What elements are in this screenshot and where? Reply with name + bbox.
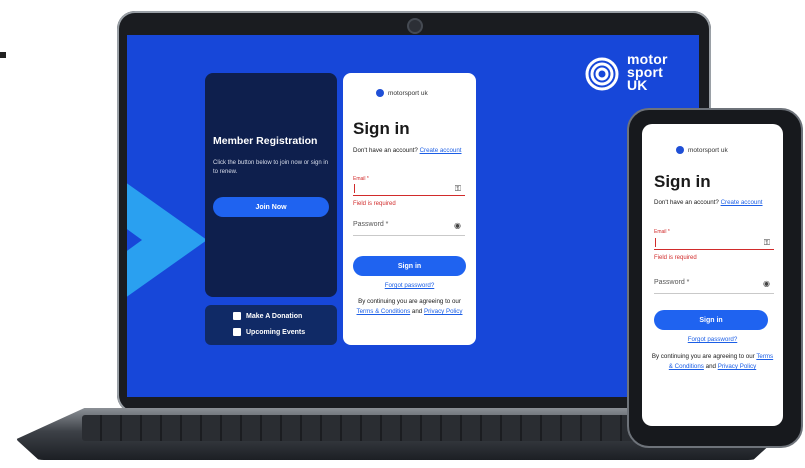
no-account-text: Don't have an account? Create account [353,147,471,155]
signin-heading: Sign in [353,119,410,138]
forgot-password-row: Forgot password? [343,282,476,289]
phone-terms-prefix: By continuing you are agreeing to our [651,353,755,360]
edge-mark [0,52,6,58]
signin-logo: motorsport uk [376,89,428,97]
brand-logo: motor sport UK [585,52,685,97]
arrow-graphic-inner [127,200,142,280]
keyboard [82,415,642,441]
upcoming-events-link[interactable]: Upcoming Events [233,328,305,336]
signin-button[interactable]: Sign in [353,256,466,276]
terms-prefix: By continuing you are agreeing to our [358,298,461,305]
phone-logo-text: motorsport uk [688,146,728,154]
signin-card: motorsport uk Sign in Don't have an acco… [343,73,476,345]
member-registration-panel: Member Registration Click the button bel… [205,73,337,297]
make-donation-label: Make A Donation [246,312,303,320]
phone-signin-button[interactable]: Sign in [654,310,768,330]
phone-email-field[interactable]: ⚿ [654,237,774,250]
phone-password-placeholder: Password * [654,279,690,286]
motorsport-logo-icon [676,146,684,154]
registration-title: Member Registration [213,135,318,147]
password-field[interactable]: Password * ◉ [353,221,465,236]
terms-link[interactable]: Terms & Conditions [357,308,411,315]
motorsport-logo-icon [376,89,384,97]
join-now-button[interactable]: Join Now [213,197,329,217]
donation-icon [233,312,241,320]
phone-email-label: Email * [654,229,670,235]
text-caret [655,238,656,247]
phone-email-error: Field is required [654,255,697,261]
phone-signin-logo: motorsport uk [676,146,728,154]
privacy-link[interactable]: Privacy Policy [424,308,463,315]
email-label: Email * [353,176,369,182]
phone-forgot-row: Forgot password? [642,336,783,343]
brand-line-3: UK [627,77,648,93]
create-account-link[interactable]: Create account [420,147,462,154]
eye-icon[interactable]: ◉ [454,221,461,230]
signin-logo-text: motorsport uk [388,89,428,97]
registration-description: Click the button below to join now or si… [213,160,329,175]
email-error: Field is required [353,201,396,207]
phone-terms-and: and [705,363,716,370]
phone-no-account-label: Don't have an account? [654,199,719,206]
key-icon[interactable]: ⚿ [764,238,770,248]
text-caret [354,184,355,193]
registration-links: Make A Donation Upcoming Events [205,305,337,345]
no-account-label: Don't have an account? [353,147,418,154]
upcoming-events-label: Upcoming Events [246,328,306,336]
phone-signin-heading: Sign in [654,172,711,191]
password-placeholder: Password * [353,221,389,228]
forgot-password-link[interactable]: Forgot password? [385,282,435,289]
calendar-icon [233,328,241,336]
brand-rings-icon [585,57,619,91]
phone-privacy-link[interactable]: Privacy Policy [718,363,757,370]
terms-text: By continuing you are agreeing to our Te… [349,297,470,317]
phone-forgot-password-link[interactable]: Forgot password? [688,336,738,343]
phone-create-account-link[interactable]: Create account [721,199,763,206]
phone-screen: motorsport uk Sign in Don't have an acco… [642,124,783,426]
phone-no-account-text: Don't have an account? Create account [654,199,779,207]
phone-password-field[interactable]: Password * ◉ [654,279,774,294]
terms-and: and [411,308,423,315]
laptop-screen: motor sport UK Member Registration Click… [127,35,699,397]
phone-terms-text: By continuing you are agreeing to our Te… [650,352,775,372]
camera-icon [407,18,423,34]
email-field[interactable]: ⚿ [353,183,465,196]
make-donation-link[interactable]: Make A Donation [233,312,302,320]
key-icon[interactable]: ⚿ [455,184,461,194]
eye-icon[interactable]: ◉ [763,279,770,288]
